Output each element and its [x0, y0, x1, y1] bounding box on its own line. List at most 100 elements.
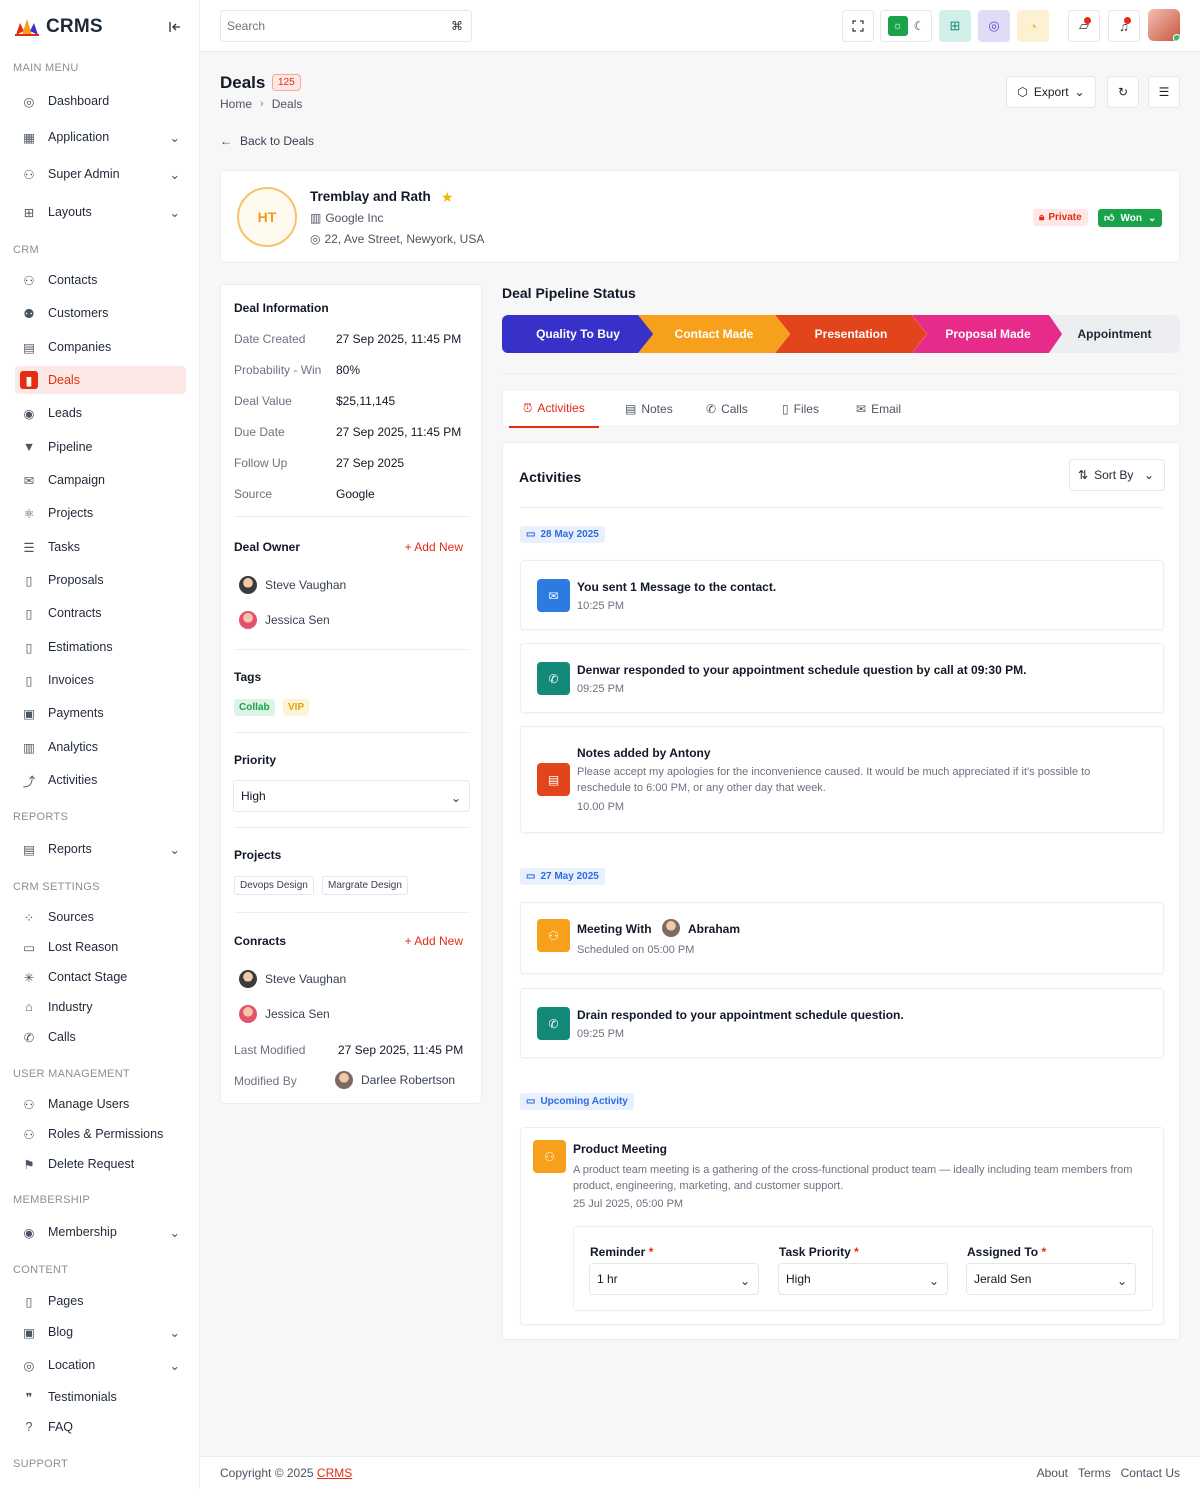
sidebar-item-leads[interactable]: ◉ Leads — [15, 399, 186, 427]
info-label: Probability - Win — [234, 363, 322, 377]
reminder-select[interactable]: 1 hr ⌄ — [589, 1263, 759, 1295]
won-status-dropdown[interactable]: 👍︎ Won ⌄ — [1098, 209, 1163, 227]
footer-link-contact[interactable]: Contact Us — [1121, 1466, 1180, 1480]
sidebar-item-estimations[interactable]: ▯ Estimations — [15, 633, 186, 661]
priority-select[interactable]: High ⌄ — [233, 780, 470, 812]
sidebar-item-payments[interactable]: ▣ Payments — [15, 699, 186, 727]
sidebar-item-campaign[interactable]: ✉ Campaign — [15, 466, 186, 494]
avatar — [335, 1071, 353, 1089]
star-icon[interactable]: ★ — [441, 189, 454, 206]
sidebar-item-label: Location — [48, 1358, 96, 1372]
notifications-button[interactable]: ♫ — [1108, 10, 1140, 42]
sidebar-item-calls[interactable]: ✆ Calls — [15, 1023, 186, 1051]
user-avatar[interactable] — [1148, 9, 1180, 41]
sidebar-item-label: Pipeline — [48, 440, 93, 454]
sidebar-item-projects[interactable]: ⚛ Projects — [15, 499, 186, 527]
sidebar-item-contact-stage[interactable]: ✳ Contact Stage — [15, 963, 186, 991]
sidebar-item-activities[interactable]: ⤴ Activities — [15, 766, 186, 794]
sidebar-item-lost-reason[interactable]: ▭ Lost Reason — [15, 933, 186, 961]
tab-calls[interactable]: ✆ Calls — [692, 390, 762, 428]
pipeline-step-quality[interactable]: Quality To Buy — [502, 315, 654, 353]
deals-count-badge: 125 — [272, 74, 301, 91]
sidebar-item-deals[interactable]: ▮ Deals — [15, 366, 186, 394]
upcoming-description: A product team meeting is a gathering of… — [573, 1164, 1133, 1192]
tab-files[interactable]: ▯ Files — [768, 390, 833, 428]
avatar — [239, 576, 257, 594]
brand[interactable]: CRMS — [14, 14, 103, 40]
project-chip[interactable]: Margrate Design — [322, 876, 408, 895]
collapse-header-button[interactable]: ☰ — [1148, 76, 1180, 108]
crms-link[interactable]: CRMS — [317, 1466, 352, 1480]
sidebar-item-label: Companies — [48, 340, 112, 354]
sidebar-item-pipeline[interactable]: ▼ Pipeline — [15, 433, 186, 461]
search-input[interactable] — [221, 11, 441, 41]
sidebar-item-label: Estimations — [48, 640, 113, 654]
export-button[interactable]: ⬡ Export ⌄ — [1006, 76, 1096, 108]
sidebar-item-testimonials[interactable]: ❞ Testimonials — [15, 1383, 186, 1411]
sidebar-item-label: Contracts — [48, 606, 102, 620]
sidebar-item-membership[interactable]: ◉ Membership ⌄ — [15, 1218, 186, 1246]
sidebar-item-analytics[interactable]: ▥ Analytics — [15, 733, 186, 761]
breadcrumb-home[interactable]: Home — [220, 97, 252, 111]
clock-icon: ◔ — [1029, 18, 1037, 34]
sidebar-item-manage-users[interactable]: ⚇ Manage Users — [15, 1090, 186, 1118]
sidebar-item-invoices[interactable]: ▯ Invoices — [15, 666, 186, 694]
sidebar-item-customers[interactable]: ⚉ Customers — [15, 299, 186, 327]
search-box[interactable]: ⌘ — [220, 10, 472, 42]
refresh-button[interactable]: ↻ — [1107, 76, 1139, 108]
tag-collab[interactable]: Collab — [234, 699, 275, 716]
sidebar-item-pages[interactable]: ▯ Pages — [15, 1287, 186, 1315]
address-text: 22, Ave Street, Newyork, USA — [324, 232, 485, 246]
copyright: Copyright © 2025 CRMS — [220, 1466, 352, 1480]
theme-toggle[interactable]: ☼ ☾ — [880, 10, 932, 42]
tab-notes[interactable]: ▤ Notes — [611, 390, 687, 428]
sidebar-item-proposals[interactable]: ▯ Proposals — [15, 566, 186, 594]
sidebar-item-sources[interactable]: ⁘ Sources — [15, 903, 186, 931]
sidebar-item-layouts[interactable]: ⊞ Layouts ⌄ — [15, 198, 186, 226]
pipeline-step-presentation[interactable]: Presentation — [775, 315, 927, 353]
task-priority-select[interactable]: High ⌄ — [778, 1263, 948, 1295]
pipeline-step-contact-made[interactable]: Contact Made — [638, 315, 790, 353]
pipeline-step-proposal-made[interactable]: Proposal Made — [912, 315, 1064, 353]
assigned-to-select[interactable]: Jerald Sen ⌄ — [966, 1263, 1136, 1295]
footer-link-about[interactable]: About — [1037, 1466, 1068, 1480]
clock-button[interactable]: ◔ — [1017, 10, 1049, 42]
collapse-sidebar-icon[interactable] — [166, 18, 184, 36]
sidebar-item-location[interactable]: ◎ Location ⌄ — [15, 1351, 186, 1379]
sort-by-dropdown[interactable]: ⇅ Sort By ⌄ — [1069, 459, 1165, 491]
tab-email[interactable]: ✉ Email — [842, 390, 915, 428]
sidebar-item-contracts[interactable]: ▯ Contracts — [15, 599, 186, 627]
sidebar-item-companies[interactable]: ▤ Companies — [15, 333, 186, 361]
sidebar-item-blog[interactable]: ▣ Blog ⌄ — [15, 1318, 186, 1346]
compass-button[interactable]: ◎ — [978, 10, 1010, 42]
deals-icon: ▮ — [20, 371, 38, 389]
deal-name: Tremblay and Rath — [310, 189, 431, 204]
back-to-deals-link[interactable]: ← Back to Deals — [220, 134, 314, 148]
tag-vip[interactable]: VIP — [283, 699, 310, 716]
divider — [234, 912, 470, 913]
alarm-icon: ⏰︎ — [523, 400, 533, 415]
add-owner-button[interactable]: + Add New — [405, 540, 463, 554]
sidebar-item-dashboard[interactable]: ◎ Dashboard — [15, 87, 186, 115]
lock-icon: 🔒︎ — [1039, 212, 1045, 223]
sidebar-item-industry[interactable]: ⌂ Industry — [15, 993, 186, 1021]
sidebar-item-roles-permissions[interactable]: ⚇ Roles & Permissions — [15, 1120, 186, 1148]
sidebar-item-super-admin[interactable]: ⚇ Super Admin ⌄ — [15, 160, 186, 188]
apps-button[interactable]: ⊞ — [939, 10, 971, 42]
sidebar-item-tasks[interactable]: ☰ Tasks — [15, 533, 186, 561]
activity-text: Drain responded to your appointment sche… — [577, 1008, 904, 1022]
mail-icon: ✉ — [856, 402, 867, 416]
pipeline-step-appointment[interactable]: Appointment — [1049, 315, 1180, 353]
fullscreen-button[interactable] — [842, 10, 874, 42]
add-contract-button[interactable]: + Add New — [405, 934, 463, 948]
sidebar-item-faq[interactable]: ? FAQ — [15, 1413, 186, 1441]
project-chip[interactable]: Devops Design — [234, 876, 314, 895]
messages-button[interactable]: ▱ — [1068, 10, 1100, 42]
footer-link-terms[interactable]: Terms — [1078, 1466, 1111, 1480]
sidebar-item-application[interactable]: ▦ Application ⌄ — [15, 123, 186, 151]
tab-activities[interactable]: ⏰︎ Activities — [509, 390, 599, 428]
sidebar-item-contacts[interactable]: ⚇ Contacts — [15, 266, 186, 294]
sidebar-item-delete-request[interactable]: ⚑ Delete Request — [15, 1150, 186, 1178]
sidebar-item-reports[interactable]: ▤ Reports ⌄ — [15, 835, 186, 863]
footer-links: About Terms Contact Us — [1037, 1466, 1180, 1480]
